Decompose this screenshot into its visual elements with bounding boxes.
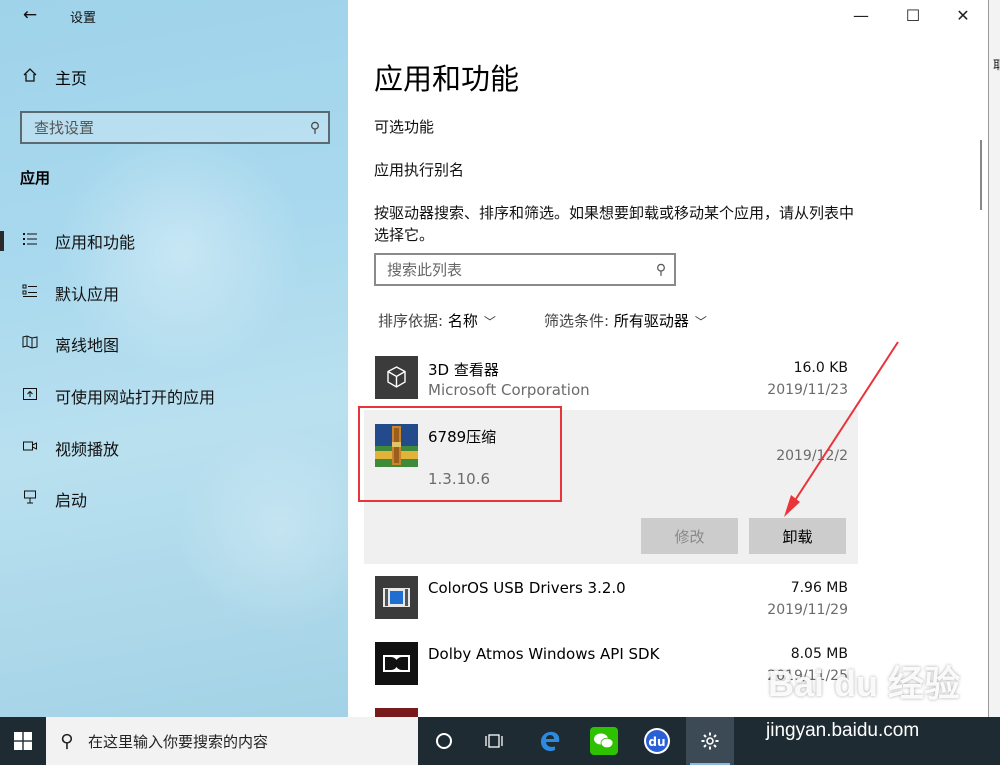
background-window: 耶 bbox=[988, 0, 1000, 717]
sidebar-item-label: 可使用网站打开的应用 bbox=[55, 388, 216, 407]
title-bar: ← 设置 bbox=[0, 0, 348, 32]
startup-icon bbox=[20, 489, 40, 509]
sidebar-item-video-playback[interactable]: 视频播放 bbox=[0, 428, 348, 468]
offline-maps-icon bbox=[20, 334, 40, 354]
dolby-icon bbox=[375, 642, 418, 685]
usb-driver-icon bbox=[375, 576, 418, 619]
home-label: 主页 bbox=[55, 69, 88, 88]
windows-start-icon[interactable] bbox=[0, 717, 46, 765]
app-name: ColorOS USB Drivers 3.2.0 bbox=[428, 579, 626, 597]
sidebar-item-startup[interactable]: 启动 bbox=[0, 479, 348, 519]
wechat-icon[interactable] bbox=[580, 717, 628, 765]
app-list-item[interactable]: ColorOS USB Drivers 3.2.0 7.96 MB 2019/1… bbox=[366, 576, 856, 626]
settings-sidebar: ← 设置 主页 ⚲ 应用 应用和功能 默认应用 离线地图 可使用 bbox=[0, 0, 380, 717]
sidebar-item-label: 应用和功能 bbox=[55, 233, 136, 252]
task-view-icon[interactable] bbox=[470, 717, 518, 765]
app-date: 2019/11/29 bbox=[767, 602, 848, 618]
back-arrow-icon[interactable]: ← bbox=[18, 4, 42, 28]
app-name: Dolby Atmos Windows API SDK bbox=[428, 645, 660, 663]
selection-indicator bbox=[0, 231, 4, 251]
app-size: 7.96 MB bbox=[790, 580, 848, 596]
settings-search-input[interactable] bbox=[22, 113, 302, 142]
video-playback-icon bbox=[20, 438, 40, 458]
cortana-icon[interactable] bbox=[420, 717, 468, 765]
partial-app-icon bbox=[375, 708, 418, 717]
window-title: 设置 bbox=[70, 11, 97, 26]
sidebar-item-offline-maps[interactable]: 离线地图 bbox=[0, 324, 348, 364]
home-icon bbox=[20, 67, 40, 87]
settings-gear-icon[interactable] bbox=[686, 717, 734, 765]
default-apps-icon bbox=[20, 283, 40, 303]
baidu-netdisk-icon[interactable]: du bbox=[633, 717, 681, 765]
main-content: — ☐ ✕ 应用和功能 可选功能 应用执行别名 按驱动器搜索、排序和筛选。如果想… bbox=[348, 0, 988, 717]
sidebar-item-label: 视频播放 bbox=[55, 440, 120, 459]
settings-search-box[interactable]: ⚲ bbox=[20, 111, 330, 144]
taskbar-search-box[interactable]: ⚲ 在这里输入你要搜索的内容 bbox=[46, 717, 418, 765]
taskbar-search-placeholder: 在这里输入你要搜索的内容 bbox=[88, 732, 269, 751]
sidebar-item-default-apps[interactable]: 默认应用 bbox=[0, 273, 348, 313]
svg-text:du: du bbox=[648, 735, 665, 749]
sidebar-item-label: 默认应用 bbox=[55, 285, 120, 304]
baidu-watermark-url: jingyan.baidu.com bbox=[766, 720, 920, 741]
sidebar-item-label: 离线地图 bbox=[55, 336, 120, 355]
sidebar-item-apps-for-websites[interactable]: 可使用网站打开的应用 bbox=[0, 376, 348, 416]
apps-features-icon bbox=[20, 231, 40, 251]
background-window-text: 耶 bbox=[993, 58, 1000, 72]
search-icon: ⚲ bbox=[60, 730, 74, 752]
edge-browser-icon[interactable] bbox=[526, 717, 574, 765]
search-icon[interactable]: ⚲ bbox=[302, 120, 328, 136]
section-title-apps: 应用 bbox=[20, 169, 51, 187]
apps-for-websites-icon bbox=[20, 386, 40, 406]
sidebar-home[interactable]: 主页 bbox=[20, 65, 87, 89]
scrollbar[interactable] bbox=[980, 140, 982, 210]
sidebar-item-apps-features[interactable]: 应用和功能 bbox=[0, 221, 348, 261]
sidebar-item-label: 启动 bbox=[55, 491, 88, 510]
baidu-watermark-logo: Bai du 经验 bbox=[768, 663, 961, 704]
